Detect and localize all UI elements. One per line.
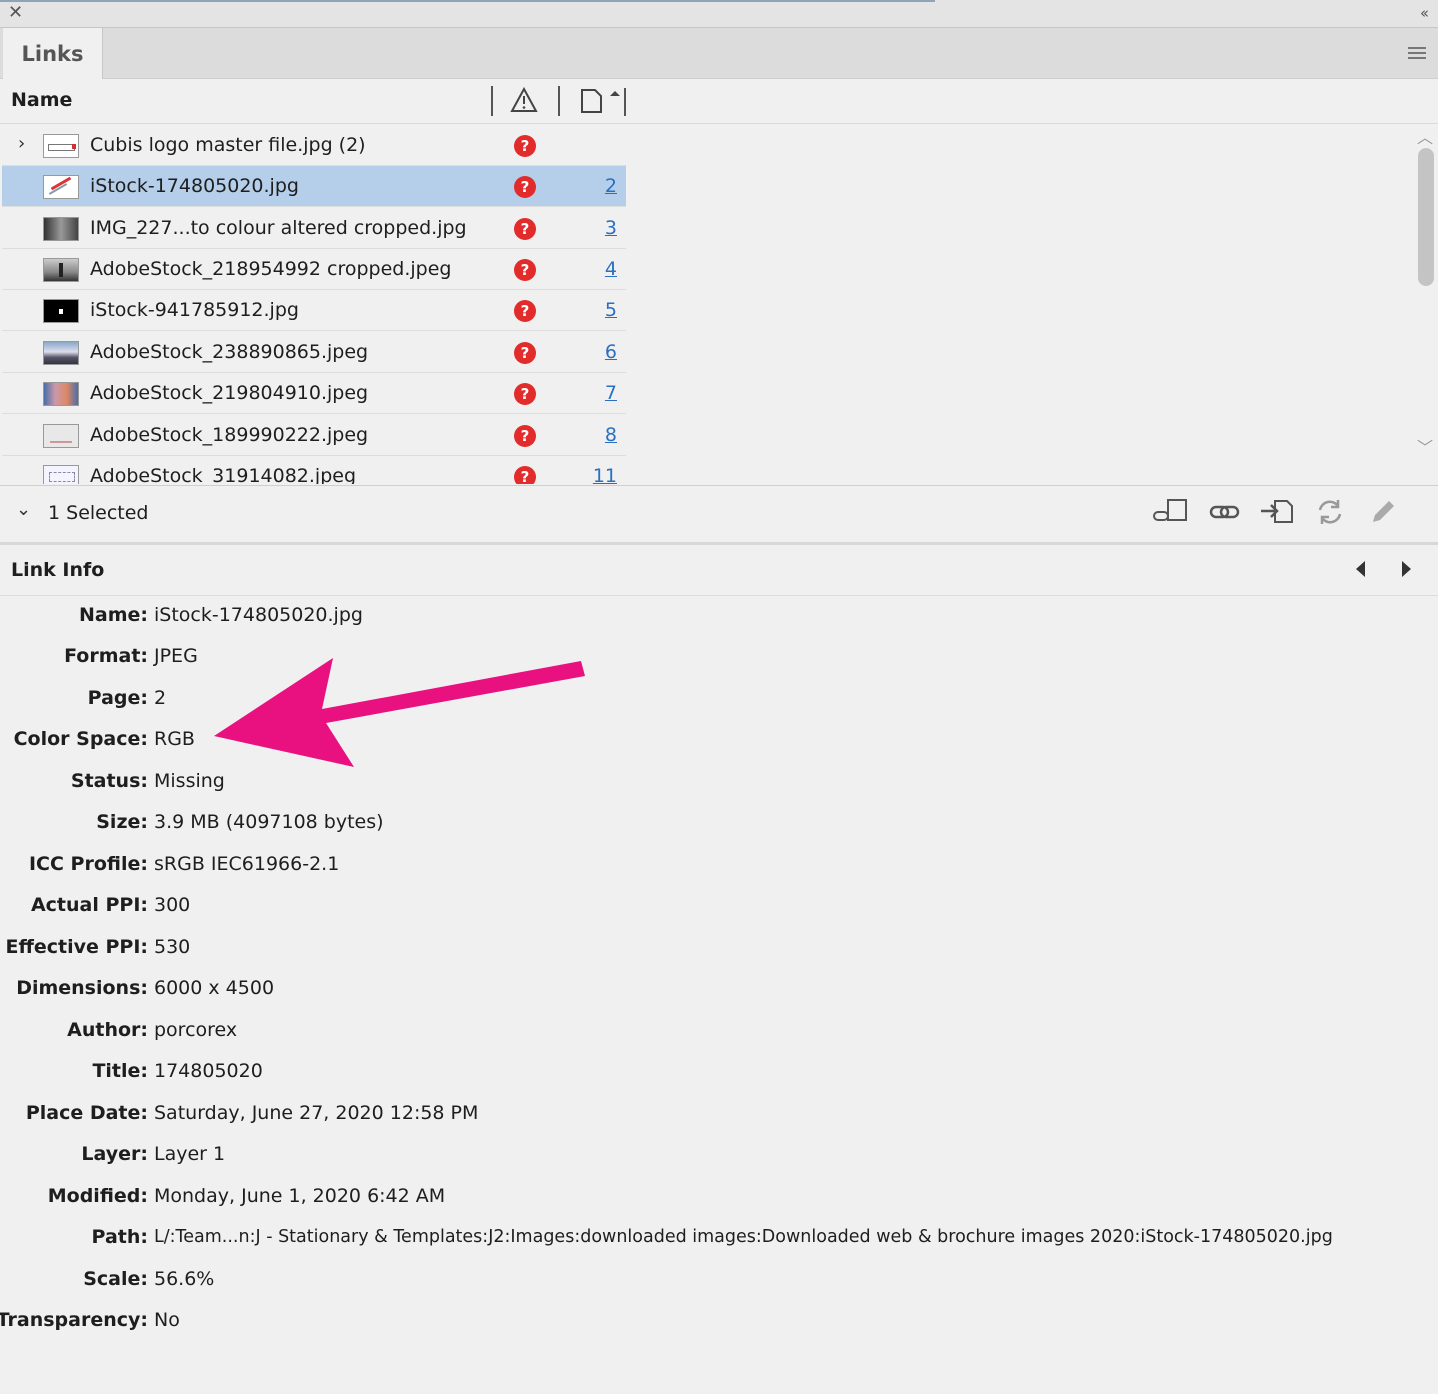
annotation-arrow xyxy=(214,658,585,767)
